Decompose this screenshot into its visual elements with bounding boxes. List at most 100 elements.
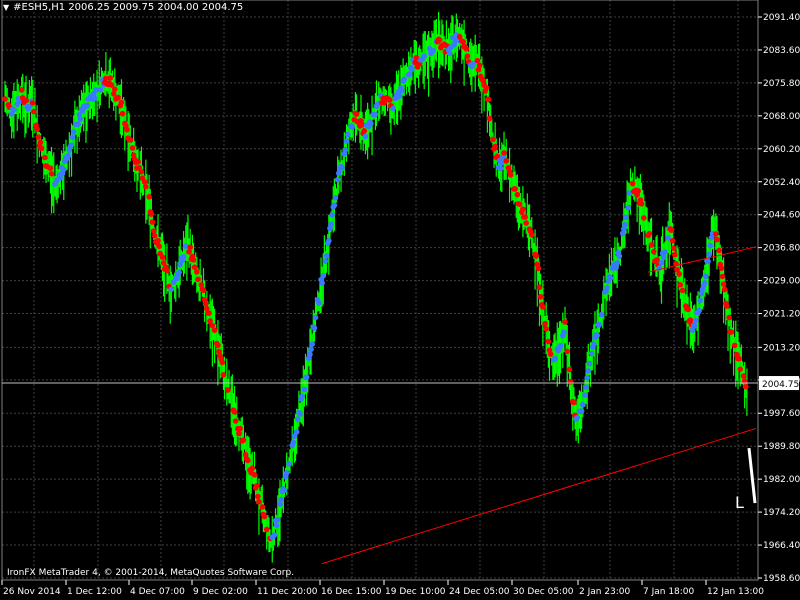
signal-dot-up — [706, 251, 712, 258]
signal-dot-down — [545, 338, 552, 345]
signal-dot-up — [390, 105, 396, 112]
signal-dot-up — [323, 253, 330, 259]
signal-dot-up — [332, 194, 339, 201]
signal-dot-down — [677, 281, 684, 288]
signal-dot-up — [329, 212, 335, 218]
signal-dot-down — [485, 96, 492, 103]
signal-dot-down — [514, 191, 521, 198]
signal-dot-up — [308, 346, 314, 353]
signal-dot-up — [60, 166, 67, 173]
signal-dot-down — [714, 236, 720, 243]
signal-dot-down — [190, 257, 197, 263]
signal-dot-down — [522, 214, 528, 220]
signal-dot-down — [259, 504, 266, 510]
signal-dot-down — [464, 53, 471, 59]
signal-dot-up — [168, 286, 175, 293]
signal-dot-down — [251, 472, 258, 478]
signal-dot-down — [716, 247, 722, 254]
signal-dot-up — [578, 408, 585, 414]
signal-dot-up — [293, 429, 300, 435]
signal-dot-up — [401, 76, 408, 83]
signal-dot-down — [146, 193, 152, 200]
signal-dot-down — [670, 245, 677, 252]
signal-dot-down — [564, 348, 571, 355]
signal-dot-down — [135, 158, 141, 165]
signal-dot-down — [567, 379, 574, 385]
signal-dot-down — [724, 303, 730, 309]
signal-dot-up — [604, 284, 610, 291]
signal-dot-down — [18, 87, 25, 93]
y-tick-label: 1989.80 — [763, 442, 800, 452]
x-tick-label: 30 Dec 05:00 — [513, 587, 574, 597]
chart-canvas[interactable]: 2091.40 2083.60 2075.80 2068.00 2060.20 2052.… — [0, 0, 800, 600]
signal-dot-up — [65, 152, 72, 159]
signal-dot-down — [737, 366, 744, 372]
signal-dot-down — [219, 359, 226, 366]
y-tick-label: 2060.20 — [763, 145, 800, 155]
signal-dot-up — [598, 311, 605, 318]
signal-dot-down — [361, 127, 368, 134]
signal-dot-down — [245, 457, 251, 464]
signal-dot-down — [533, 253, 539, 259]
signal-dot-up — [705, 258, 711, 265]
signal-dot-down — [237, 425, 243, 432]
signal-dot-down — [149, 219, 156, 225]
y-tick-label: 1974.20 — [763, 508, 800, 518]
signal-dot-up — [623, 214, 629, 220]
signal-dot-down — [159, 254, 166, 261]
signal-dot-down — [187, 244, 193, 251]
signal-dot-up — [307, 351, 313, 358]
signal-dot-up — [326, 238, 332, 244]
signal-dot-down — [547, 351, 554, 357]
signal-dot-down — [635, 188, 642, 194]
signal-dot-up — [396, 92, 403, 99]
signal-dot-down — [543, 326, 549, 332]
signal-dot-up — [344, 131, 351, 138]
signal-dot-down — [536, 284, 543, 291]
signal-dot-down — [629, 180, 636, 187]
signal-dot-down — [540, 304, 546, 310]
signal-dot-up — [273, 522, 280, 529]
x-tick-label: 1 Dec 12:00 — [67, 587, 122, 597]
signal-dot-up — [613, 264, 619, 271]
signal-dot-down — [721, 286, 728, 293]
x-tick-label: 4 Dec 07:00 — [130, 587, 185, 597]
signal-dot-down — [255, 493, 261, 500]
y-tick-label: 2091.40 — [763, 13, 800, 23]
y-tick-label: 2083.60 — [763, 46, 800, 56]
signal-dot-down — [719, 273, 726, 280]
signal-dot-down — [194, 269, 200, 275]
signal-dot-down — [107, 75, 114, 81]
signal-dot-up — [68, 142, 75, 148]
y-tick-label: 2044.60 — [763, 211, 800, 221]
x-tick-label: 9 Dec 02:00 — [193, 587, 248, 597]
signal-dot-up — [586, 360, 593, 367]
signal-dot-down — [155, 237, 161, 244]
signal-dot-up — [84, 102, 90, 109]
signal-dot-up — [399, 87, 405, 94]
signal-dot-down — [129, 145, 136, 151]
signal-dot-down — [253, 483, 260, 489]
signal-dot-down — [47, 165, 54, 172]
signal-dot-down — [726, 314, 732, 321]
signal-dot-up — [311, 325, 318, 331]
triangle-down-icon[interactable]: ▼ — [3, 3, 9, 12]
signal-dot-down — [115, 94, 121, 101]
signal-dot-up — [349, 124, 355, 130]
signal-dot-down — [202, 301, 209, 307]
signal-dot-up — [328, 221, 334, 227]
signal-dot-down — [528, 231, 535, 238]
signal-dot-down — [225, 387, 231, 393]
signal-dot-down — [42, 154, 48, 161]
chart-title-text: #ESH5,H1 2006.25 2009.75 2004.00 2004.75 — [13, 2, 244, 13]
signal-dot-down — [236, 430, 242, 437]
signal-dot-down — [38, 145, 45, 152]
signal-dot-up — [421, 53, 427, 59]
y-tick-label: 1982.00 — [763, 475, 800, 485]
signal-dot-up — [342, 146, 349, 153]
signal-dot-down — [742, 383, 749, 390]
signal-dot-down — [143, 183, 149, 190]
signal-dot-down — [34, 126, 40, 132]
signal-dot-up — [446, 50, 453, 57]
signal-dot-down — [503, 158, 510, 164]
